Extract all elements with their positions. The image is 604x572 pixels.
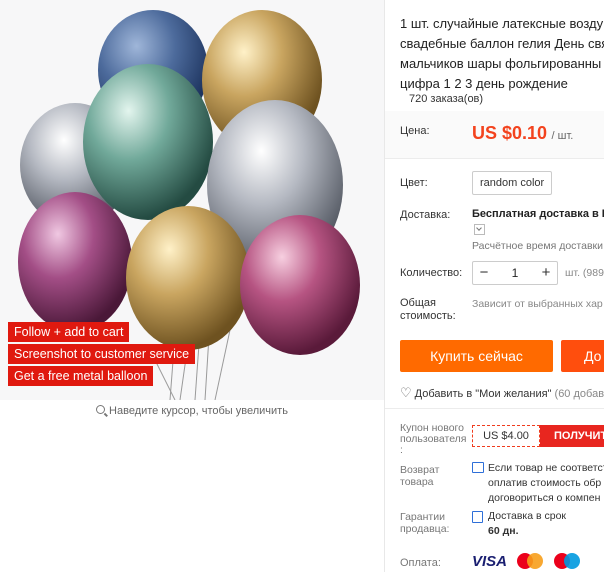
- maestro-logo: [553, 553, 580, 569]
- color-option-random[interactable]: random color: [472, 171, 553, 195]
- product-image[interactable]: Follow + add to cart Screenshot to custo…: [0, 0, 384, 400]
- price: US $0.10 / шт.: [472, 123, 573, 144]
- wishlist-count: (60 добав: [554, 388, 604, 400]
- payment-methods: VISA: [472, 553, 586, 571]
- color-label: Цвет:: [400, 177, 428, 189]
- orders-count: 720 заказа(ов): [409, 93, 484, 105]
- promo-free-balloon: Get a free metal balloon: [8, 366, 154, 386]
- add-to-cart-button[interactable]: До: [561, 340, 604, 372]
- quantity-decrease-button[interactable]: −: [473, 262, 495, 284]
- shipping-method: Бесплатная доставка в Ru: [472, 208, 604, 220]
- price-unit: / шт.: [551, 130, 574, 142]
- mastercard-logo: [517, 553, 544, 569]
- quantity-stepper: − 1 +: [472, 261, 558, 285]
- promo-screenshot: Screenshot to customer service: [8, 344, 196, 364]
- get-coupon-button[interactable]: ПОЛУЧИТ: [540, 425, 604, 447]
- chevron-down-icon[interactable]: [474, 224, 485, 235]
- return-icon: [472, 462, 484, 473]
- quantity-label: Количество:: [400, 267, 463, 279]
- total-note: Зависит от выбранных хар: [472, 298, 603, 310]
- coupon-label: Купон нового пользователя :: [400, 422, 467, 456]
- price-label: Цена:: [400, 125, 430, 137]
- shipping-estimate: Расчётное время доставки: [472, 240, 604, 252]
- zoom-hint: Наведите курсор, чтобы увеличить: [0, 405, 384, 417]
- guarantee-label: Гарантии продавца:: [400, 511, 450, 535]
- add-to-wishlist[interactable]: ♡ Добавить в "Мои желания" (60 добав: [400, 385, 604, 401]
- guarantee-text: Доставка в срок 60 дн.: [488, 510, 567, 537]
- clock-icon: [472, 511, 483, 523]
- product-details-panel: 1 шт. случайные латексные возду свадебны…: [385, 0, 604, 572]
- total-label: Общая стоимость:: [400, 297, 456, 322]
- shipping-label: Доставка:: [400, 209, 451, 221]
- product-title: 1 шт. случайные латексные возду свадебны…: [400, 16, 604, 91]
- returns-text: Если товар не соответст оплатив стоимост…: [488, 462, 604, 504]
- buy-now-button[interactable]: Купить сейчас: [400, 340, 553, 372]
- returns-label: Возврат товара: [400, 464, 440, 488]
- promo-follow: Follow + add to cart: [8, 322, 130, 342]
- divider: [385, 158, 604, 159]
- coupon-value: US $4.00: [472, 425, 540, 447]
- payment-label: Оплата:: [400, 557, 441, 569]
- divider: [385, 408, 604, 409]
- heart-icon: ♡: [400, 385, 412, 400]
- magnifier-icon: [96, 405, 106, 414]
- visa-logo: VISA: [472, 553, 508, 570]
- quantity-available: шт. (989: [565, 267, 604, 279]
- price-amount: US $0.10: [472, 123, 548, 143]
- quantity-increase-button[interactable]: +: [535, 262, 557, 284]
- quantity-input[interactable]: 1: [495, 262, 535, 284]
